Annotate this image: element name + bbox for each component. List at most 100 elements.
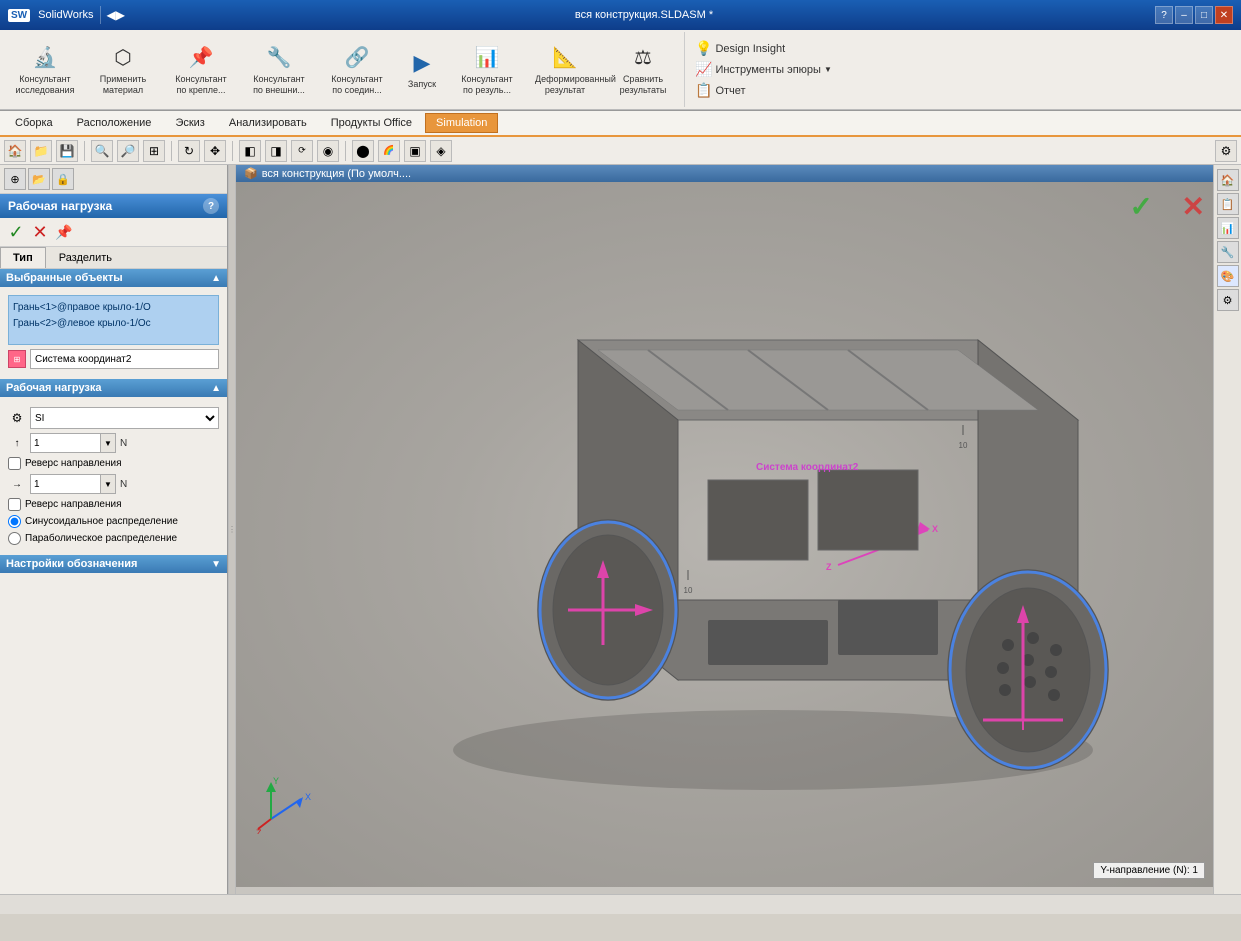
konsultant-rezult-btn[interactable]: 📊 Консультант по резуль...	[450, 32, 524, 107]
working-load-collapse[interactable]: ▲	[211, 383, 221, 394]
tools-epure-btn[interactable]: 📈 Инструменты эпюры ▼	[695, 61, 832, 78]
selected-object-1[interactable]: Грань<1>@правое крыло-1/О	[13, 300, 214, 316]
menu-analizirovit[interactable]: Анализировать	[218, 113, 318, 133]
value1-dropdown-btn[interactable]: ▼	[100, 433, 116, 453]
parabolic-radio[interactable]	[8, 532, 21, 545]
tb2-btn-2[interactable]: 📁	[30, 140, 52, 162]
reverse2-checkbox[interactable]	[8, 498, 21, 511]
toolbar-nav-right[interactable]: ▶	[116, 8, 125, 22]
unit-select[interactable]: SI CGS IPS MKS	[30, 407, 219, 429]
compare-results-btn[interactable]: ⚖ Сравнить результаты	[606, 32, 680, 107]
tab-tip[interactable]: Тип	[0, 247, 46, 268]
value2-input[interactable]	[30, 474, 100, 494]
coord-system-row: ⊞	[8, 349, 219, 369]
dim-label-1: 10	[959, 441, 968, 450]
tb2-settings[interactable]: ⚙	[1215, 140, 1237, 162]
panel-divider[interactable]: ⋮	[228, 165, 236, 894]
panel-ok-btn[interactable]: ✓	[6, 222, 26, 242]
view-icon: 📦	[244, 167, 258, 180]
tb2-view1[interactable]: ◧	[239, 140, 261, 162]
tb2-rotate[interactable]: ↻	[178, 140, 200, 162]
viewport-x-btn[interactable]: ✕	[1182, 190, 1205, 223]
help-btn[interactable]: ?	[1155, 6, 1173, 24]
viewport-checkmark[interactable]: ✓	[1130, 190, 1153, 223]
parabolic-row: Параболическое распределение	[8, 532, 219, 545]
maximize-btn[interactable]: □	[1195, 6, 1213, 24]
konsultant-kreple-label: Консультант по крепле...	[171, 74, 231, 96]
design-insight-btn[interactable]: 💡 Design Insight	[695, 40, 832, 57]
report-label: Отчет	[715, 85, 745, 97]
tb2-view3[interactable]: ⟳	[291, 140, 313, 162]
menu-produkty[interactable]: Продукты Office	[320, 113, 423, 133]
apply-material-btn[interactable]: ⬡ Применить материал	[86, 32, 160, 107]
window-title: вся конструкция.SLDASM *	[133, 9, 1155, 21]
tb2-fit[interactable]: ⊞	[143, 140, 165, 162]
tb2-btn-3[interactable]: 💾	[56, 140, 78, 162]
selected-object-2[interactable]: Грань<2>@левое крыло-1/Ос	[13, 316, 214, 332]
tb2-color[interactable]: 🌈	[378, 140, 400, 162]
selected-objects-header[interactable]: Выбранные объекты ▲	[0, 269, 227, 287]
value2-dropdown-btn[interactable]: ▼	[100, 474, 116, 494]
right-icon-gear[interactable]: ⚙	[1217, 289, 1239, 311]
minimize-btn[interactable]: –	[1175, 6, 1193, 24]
working-load-header[interactable]: Рабочая нагрузка ▲	[0, 379, 227, 397]
menu-raspolozenie[interactable]: Расположение	[66, 113, 163, 133]
konsultant-issledovaniya-btn[interactable]: 🔬 Консультант исследования	[8, 32, 82, 107]
konsultant-vneshni-btn[interactable]: 🔧 Консультант по внешни...	[242, 32, 316, 107]
compare-icon: ⚖	[629, 44, 657, 72]
deform-result-btn[interactable]: 📐 Деформированный результат	[528, 32, 602, 107]
right-icon-tool[interactable]: 🔧	[1217, 241, 1239, 263]
panel-pin-btn[interactable]: 📌	[54, 222, 74, 242]
zapusk-btn[interactable]: ▶ Запуск	[398, 32, 446, 107]
coord-system-viewport-label: Система координат2	[756, 462, 858, 473]
notation-settings-header[interactable]: Настройки обозначения ▼	[0, 555, 227, 573]
solidworks-logo: SW	[8, 9, 30, 22]
menu-sborka[interactable]: Сборка	[4, 113, 64, 133]
notation-collapse[interactable]: ▼	[211, 559, 221, 570]
value1-input[interactable]	[30, 433, 100, 453]
tb2-btn-1[interactable]: 🏠	[4, 140, 26, 162]
right-icon-chart[interactable]: 📊	[1217, 217, 1239, 239]
panel-cancel-btn[interactable]: ✕	[30, 222, 50, 242]
konsultant-soedin-btn[interactable]: 🔗 Консультант по соедин...	[320, 32, 394, 107]
tb2-pan[interactable]: ✥	[204, 140, 226, 162]
tab-razdelit[interactable]: Разделить	[46, 247, 125, 268]
coord-system-input[interactable]	[30, 349, 219, 369]
report-btn[interactable]: 📋 Отчет	[695, 82, 832, 99]
tb2-extra2[interactable]: ◈	[430, 140, 452, 162]
toolbar-nav-left[interactable]: ◀	[107, 8, 116, 22]
selected-objects-collapse[interactable]: ▲	[211, 273, 221, 284]
view-header: 📦 вся конструкция (По умолч....	[236, 165, 1213, 182]
konsultant-vneshni-label: Консультант по внешни...	[249, 74, 309, 96]
panel-icon-1[interactable]: ⊕	[4, 168, 26, 190]
value1-input-group: ▼	[30, 433, 116, 453]
cutout-1	[708, 620, 828, 665]
tb2-view4[interactable]: ◉	[317, 140, 339, 162]
reverse2-label: Реверс направления	[25, 499, 122, 510]
reverse1-checkbox[interactable]	[8, 457, 21, 470]
sinusoidal-row: Синусоидальное распределение	[8, 515, 219, 528]
menu-eskiz[interactable]: Эскиз	[164, 113, 215, 133]
view-canvas[interactable]: X Y Z 10 10 10 10	[236, 182, 1213, 887]
right-icon-palette[interactable]: 🎨	[1217, 265, 1239, 287]
konsultant-kreple-btn[interactable]: 📌 Консультант по крепле...	[164, 32, 238, 107]
right-icon-home[interactable]: 🏠	[1217, 169, 1239, 191]
tb2-view2[interactable]: ◨	[265, 140, 287, 162]
selected-objects-list: Грань<1>@правое крыло-1/О Грань<2>@левое…	[8, 295, 219, 345]
tb2-sphere[interactable]: ⬤	[352, 140, 374, 162]
tb2-zoom-in[interactable]: 🔍	[91, 140, 113, 162]
sinusoidal-radio[interactable]	[8, 515, 21, 528]
window-controls[interactable]: ? – □ ✕	[1155, 6, 1233, 24]
unit-selector-row: ⚙ SI CGS IPS MKS	[8, 407, 219, 429]
unit2-label: N	[120, 479, 127, 490]
close-btn[interactable]: ✕	[1215, 6, 1233, 24]
tb2-zoom-out[interactable]: 🔎	[117, 140, 139, 162]
panel-help-btn[interactable]: ?	[203, 198, 219, 214]
right-icon-files[interactable]: 📋	[1217, 193, 1239, 215]
tb2-extra1[interactable]: ▣	[404, 140, 426, 162]
tb2-sep-1	[84, 141, 85, 161]
panel-icon-3[interactable]: 🔒	[52, 168, 74, 190]
toolbar-group-simulation: 🔬 Консультант исследования ⬡ Применить м…	[4, 32, 685, 107]
panel-icon-2[interactable]: 📂	[28, 168, 50, 190]
menu-simulation[interactable]: Simulation	[425, 113, 498, 133]
